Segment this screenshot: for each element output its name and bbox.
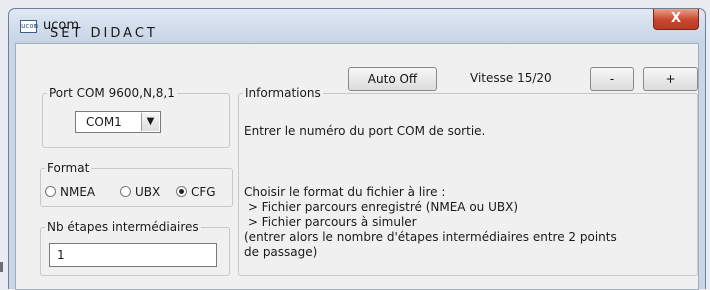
info-format-line-5: de passage) [244,245,318,259]
radio-checked-icon[interactable] [176,186,187,197]
format-option-label: NMEA [60,185,96,199]
steps-legend: Nb étapes intermédiaires [47,220,199,234]
radio-icon[interactable] [45,186,56,197]
format-radio-ubx[interactable]: UBX [120,185,160,199]
steps-input[interactable]: 1 [49,243,217,267]
port-com-select[interactable]: COM1 ▼ [75,111,161,133]
format-radio-nmea[interactable]: NMEA [45,185,95,199]
page-heading: SET DIDACT [50,26,158,41]
format-option-label: CFG [191,185,216,199]
chevron-down-icon[interactable]: ▼ [141,113,159,131]
info-format-line-4: (entrer alors le nombre d'étapes intermé… [244,230,617,244]
speed-label: Vitesse 15/20 [470,71,552,85]
format-legend: Format [47,161,90,175]
close-icon: X [670,11,682,26]
app-icon: ucom [20,20,38,33]
close-button[interactable]: X [653,9,699,30]
port-com-legend: Port COM 9600,N,8,1 [49,86,175,100]
port-com-value: COM1 [86,115,122,129]
info-format-line-2: > Fichier parcours enregistré (NMEA ou U… [244,200,519,214]
background-edge [0,262,3,272]
info-port-text: Entrer le numéro du port COM de sortie. [244,124,486,138]
informations-legend: Informations [245,86,321,100]
info-format-line-1: Choisir le format du fichier à lire : [244,185,446,199]
radio-icon[interactable] [120,186,131,197]
format-group: Format [40,161,233,207]
format-option-label: UBX [135,185,161,199]
format-radio-cfg[interactable]: CFG [176,185,216,199]
info-format-line-3: > Fichier parcours à simuler [244,215,417,229]
